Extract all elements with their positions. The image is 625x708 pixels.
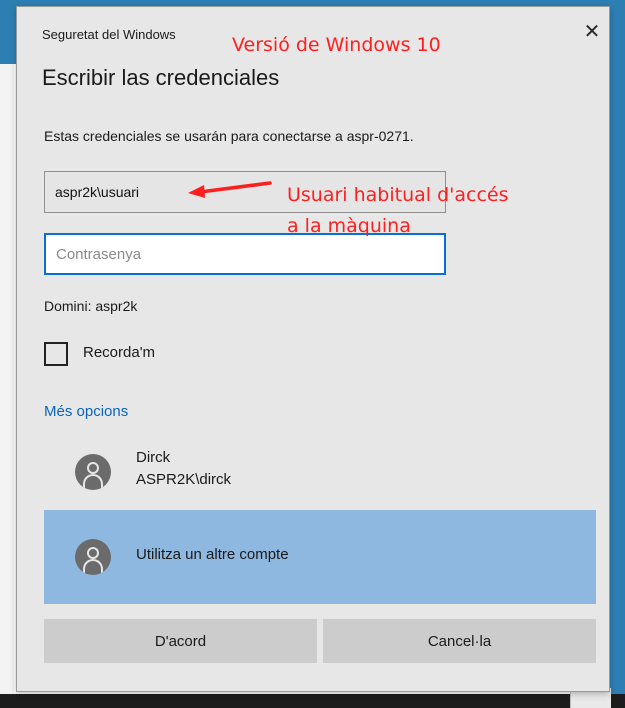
annotation-version: Versió de Windows 10 xyxy=(232,34,441,56)
account-item-dirck[interactable]: Dirck ASPR2K\dirck xyxy=(44,437,596,499)
dialog-heading: Escribir las credenciales xyxy=(42,65,280,90)
account-name: Dirck xyxy=(136,449,171,466)
ok-button[interactable]: D'acord xyxy=(44,619,317,663)
annotation-arrow-icon xyxy=(188,181,272,198)
use-other-account-item[interactable]: Utilitza un altre compte xyxy=(44,510,596,604)
annotation-user-line1: Usuari habitual d'accés xyxy=(287,184,509,206)
close-icon[interactable]: ✕ xyxy=(583,22,601,42)
background-window-left xyxy=(0,64,14,708)
remember-label[interactable]: Recorda'm xyxy=(83,344,155,361)
user-icon xyxy=(75,454,111,490)
domain-text: Domini: aspr2k xyxy=(44,298,138,314)
dialog-app-title: Seguretat del Windows xyxy=(42,27,176,42)
credentials-dialog: Seguretat del Windows ✕ Escribir las cre… xyxy=(16,6,610,692)
taskbar-edge xyxy=(0,694,625,708)
cancel-button[interactable]: Cancel·la xyxy=(323,619,596,663)
remember-checkbox[interactable] xyxy=(44,342,68,366)
other-account-label: Utilitza un altre compte xyxy=(136,546,289,563)
more-options-link[interactable]: Més opcions xyxy=(44,403,128,420)
dialog-description: Estas credenciales se usarán para conect… xyxy=(44,128,414,144)
desktop-background-right xyxy=(610,0,625,708)
user-icon xyxy=(75,539,111,575)
account-username: ASPR2K\dirck xyxy=(136,471,232,488)
annotation-user-line2: a la màquina xyxy=(287,215,411,237)
password-field[interactable] xyxy=(44,233,446,275)
